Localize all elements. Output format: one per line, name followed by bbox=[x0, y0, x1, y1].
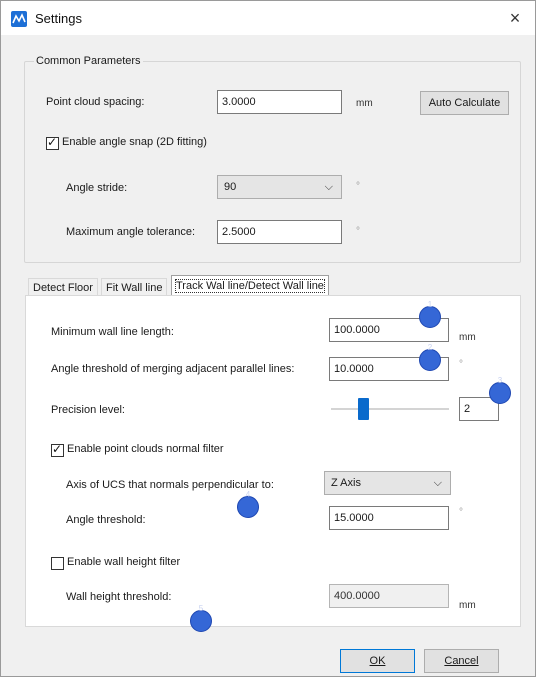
cancel-button[interactable]: Cancel bbox=[424, 649, 499, 673]
checkmark-icon: ✓ bbox=[47, 135, 58, 149]
checkmark-icon: ✓ bbox=[52, 442, 63, 456]
max-angle-tolerance-label: Maximum angle tolerance: bbox=[66, 226, 196, 238]
marker-4: 4 bbox=[237, 490, 259, 518]
point-cloud-spacing-label: Point cloud spacing: bbox=[46, 96, 145, 108]
angle-stride-select[interactable]: 90 ⌵ bbox=[217, 175, 342, 199]
angle-stride-unit: ° bbox=[356, 181, 360, 192]
angle-threshold-label: Angle threshold: bbox=[66, 514, 146, 526]
title-bar: Settings × bbox=[1, 1, 535, 35]
angle-snap-label: Enable angle snap (2D fitting) bbox=[62, 136, 207, 148]
wall-height-threshold-label: Wall height threshold: bbox=[66, 591, 172, 603]
normal-filter-checkbox[interactable]: ✓ bbox=[51, 442, 64, 457]
angle-stride-label: Angle stride: bbox=[66, 182, 128, 194]
ucs-axis-select[interactable]: Z Axis ⌵ bbox=[324, 471, 451, 495]
common-parameters-title: Common Parameters bbox=[34, 55, 143, 67]
wall-height-threshold-input[interactable]: 400.0000 bbox=[329, 584, 449, 608]
max-angle-tolerance-unit: ° bbox=[356, 226, 360, 237]
wall-height-threshold-unit: mm bbox=[459, 600, 476, 611]
angle-threshold-merge-label: Angle threshold of merging adjacent para… bbox=[51, 363, 295, 375]
min-wall-line-length-unit: mm bbox=[459, 332, 476, 343]
marker-2: 2 bbox=[419, 343, 441, 371]
settings-window: Settings × Common Parameters Point cloud… bbox=[0, 0, 536, 677]
auto-calculate-button[interactable]: Auto Calculate bbox=[420, 91, 509, 115]
cancel-button-label: Cancel bbox=[444, 655, 479, 667]
chevron-down-icon: ⌵ bbox=[433, 477, 442, 489]
precision-slider-track[interactable] bbox=[331, 408, 449, 410]
max-angle-tolerance-input[interactable]: 2.5000 bbox=[217, 220, 342, 244]
chevron-down-icon: ⌵ bbox=[324, 181, 333, 193]
tab-detect-floor[interactable]: Detect Floor bbox=[28, 278, 98, 296]
precision-level-label: Precision level: bbox=[51, 404, 125, 416]
ucs-axis-value: Z Axis bbox=[331, 477, 361, 489]
precision-slider-thumb[interactable] bbox=[358, 398, 369, 420]
tab-panel bbox=[25, 295, 521, 627]
point-cloud-spacing-unit: mm bbox=[356, 98, 373, 109]
tab-fit-wall-line[interactable]: Fit Wall line bbox=[101, 278, 168, 296]
angle-snap-checkbox[interactable]: ✓ bbox=[46, 135, 59, 150]
normal-filter-label: Enable point clouds normal filter bbox=[67, 443, 224, 455]
wall-height-filter-checkbox[interactable] bbox=[51, 557, 64, 570]
min-wall-line-length-label: Minimum wall line length: bbox=[51, 326, 174, 338]
marker-5: 5 bbox=[190, 604, 212, 632]
ok-button-label: OK bbox=[369, 655, 386, 667]
point-cloud-spacing-input[interactable]: 3.0000 bbox=[217, 90, 342, 114]
marker-3: 3 bbox=[489, 376, 511, 404]
marker-1: 1 bbox=[419, 300, 441, 328]
wall-height-filter-label: Enable wall height filter bbox=[67, 556, 181, 568]
angle-threshold-input[interactable]: 15.0000 bbox=[329, 506, 449, 530]
close-icon[interactable]: × bbox=[495, 1, 535, 35]
angle-stride-value: 90 bbox=[224, 181, 237, 193]
angle-threshold-unit: ° bbox=[459, 507, 463, 518]
ok-button[interactable]: OK bbox=[340, 649, 415, 673]
tab-track-wall-line[interactable]: Track Wal line/Detect Wall line bbox=[171, 275, 329, 296]
app-icon bbox=[11, 11, 27, 27]
tab-track-wall-line-label: Track Wal line/Detect Wall line bbox=[175, 279, 325, 293]
angle-threshold-merge-unit: ° bbox=[459, 359, 463, 370]
window-title: Settings bbox=[35, 11, 82, 26]
